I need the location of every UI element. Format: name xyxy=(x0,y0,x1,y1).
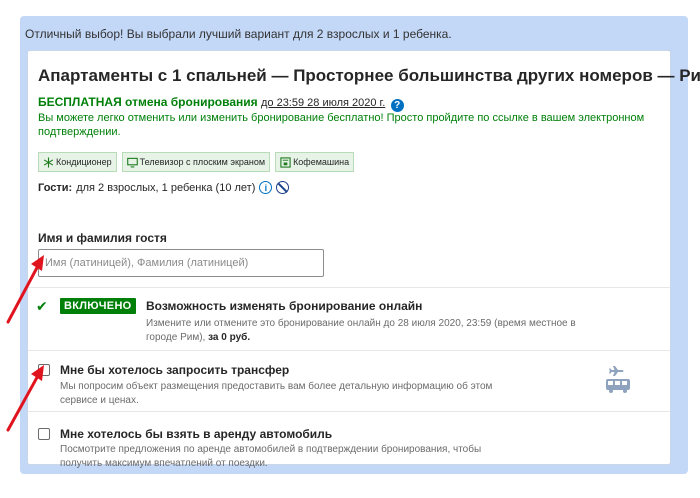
car-rental-checkbox[interactable] xyxy=(38,428,50,440)
amenity-chip: Кондиционер xyxy=(38,152,117,172)
cancellation-label: отмена бронирования xyxy=(121,95,258,109)
included-badge: ВКЛЮЧЕНО xyxy=(60,298,136,314)
checkmark-icon[interactable]: ✔ xyxy=(36,298,48,315)
transfer-description: Мы попросим объект размещения предостави… xyxy=(60,381,493,406)
car-rental-description: Посмотрите предложения по аренде автомоб… xyxy=(60,444,482,469)
transfer-checkbox[interactable] xyxy=(38,364,50,376)
booking-options-panel: Отличный выбор! Вы выбрали лучший вариан… xyxy=(20,16,700,474)
guests-label: Гости: xyxy=(38,181,73,194)
amenity-chip: Кофемашина xyxy=(275,152,355,172)
no-children-icon xyxy=(276,181,290,194)
room-card: Апартаменты с 1 спальней — Просторнее бо… xyxy=(27,50,700,469)
amenity-chip: Телевизор с плоским экраном xyxy=(121,152,271,172)
amenity-label: Кондиционер xyxy=(56,157,112,167)
transfer-title: Мне бы хотелось запросить трансфер xyxy=(60,363,290,377)
online-change-description: Измените или отмените это бронирование о… xyxy=(146,317,596,345)
intro-text: Отличный выбор! Вы выбрали лучший вариан… xyxy=(25,27,452,41)
online-change-price: за 0 руб. xyxy=(208,332,251,343)
cancellation-deadline-link[interactable]: до 23:59 28 июля 2020 г. xyxy=(261,97,385,109)
room-title: Апартаменты с 1 спальней — Просторнее бо… xyxy=(38,66,700,85)
info-icon[interactable]: i xyxy=(259,181,273,194)
snowflake-icon xyxy=(43,156,54,168)
cancellation-description: Вы можете легко отменить или изменить бр… xyxy=(38,112,645,138)
amenity-label: Кофемашина xyxy=(293,157,350,167)
airport-transfer-icon xyxy=(606,366,630,393)
divider xyxy=(28,287,670,288)
amenities-list: Кондиционер Телевизор с плоским экраном … xyxy=(38,152,355,172)
amenity-label: Телевизор с плоским экраном xyxy=(139,157,266,167)
cancellation-line: БЕСПЛАТНАЯ отмена бронирования до 23:59 … xyxy=(38,95,404,112)
free-label: БЕСПЛАТНАЯ xyxy=(38,95,122,109)
divider xyxy=(28,350,670,351)
guests-line: Гости: для 2 взрослых, 1 ребенка (10 лет… xyxy=(38,181,290,194)
coffee-machine-icon xyxy=(280,156,291,168)
online-change-title: Возможность изменять бронирование онлайн xyxy=(146,299,423,313)
guests-value: для 2 взрослых, 1 ребенка (10 лет) xyxy=(76,181,256,194)
tv-icon xyxy=(126,157,138,167)
guest-name-label: Имя и фамилия гостя xyxy=(38,231,167,245)
guest-name-input[interactable] xyxy=(38,249,324,277)
car-rental-title: Мне хотелось бы взять в аренду автомобил… xyxy=(60,427,333,441)
divider xyxy=(28,411,670,412)
